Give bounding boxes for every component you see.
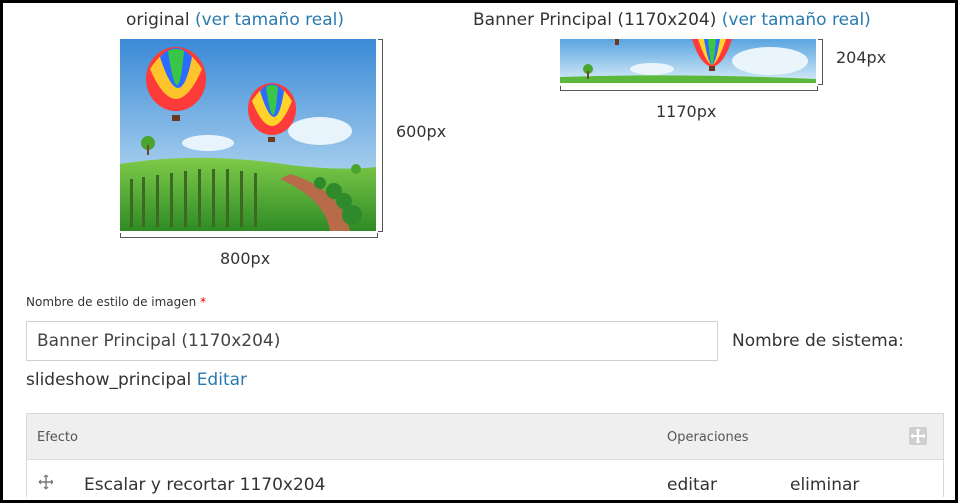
styled-width-bracket xyxy=(560,86,818,91)
edit-effect-link[interactable]: editar xyxy=(667,475,717,495)
machine-name-row: slideshow_principal Editar xyxy=(26,370,247,390)
original-height-bracket xyxy=(378,39,383,232)
style-name-label: Nombre de estilo de imagen * xyxy=(26,295,207,309)
effect-name: Escalar y recortar 1170x204 xyxy=(84,475,326,495)
original-height-label: 600px xyxy=(396,122,447,141)
machine-name-edit-link[interactable]: Editar xyxy=(197,370,247,390)
style-name-input[interactable] xyxy=(26,321,718,361)
effect-column-header: Efecto xyxy=(37,430,78,445)
original-preview-image xyxy=(120,39,376,231)
machine-name-label: Nombre de sistema: xyxy=(732,331,904,351)
original-width-bracket xyxy=(120,233,378,238)
styled-height-label: 204px xyxy=(836,48,887,67)
operations-column-header: Operaciones xyxy=(667,430,749,445)
delete-effect-link[interactable]: eliminar xyxy=(790,475,859,495)
show-row-weights-icon[interactable] xyxy=(909,427,927,445)
styled-width-label: 1170px xyxy=(656,102,717,121)
required-marker: * xyxy=(200,295,207,309)
effects-table: Efecto Operaciones Escalar y recortar 11… xyxy=(26,413,944,497)
styled-height-bracket xyxy=(818,39,823,85)
effects-table-header: Efecto Operaciones xyxy=(27,414,943,460)
drag-handle-icon[interactable] xyxy=(37,473,55,491)
table-row: Escalar y recortar 1170x204 editar elimi… xyxy=(27,460,943,498)
original-width-label: 800px xyxy=(220,249,271,268)
styled-caption: Banner Principal (1170x204) (ver tamaño … xyxy=(473,10,871,30)
styled-view-real-size-link[interactable]: (ver tamaño real) xyxy=(722,10,871,30)
styled-preview-image xyxy=(560,39,816,83)
original-view-real-size-link[interactable]: (ver tamaño real) xyxy=(195,10,344,30)
machine-name-value: slideshow_principal xyxy=(26,370,192,390)
original-caption: original (ver tamaño real) xyxy=(126,10,344,30)
